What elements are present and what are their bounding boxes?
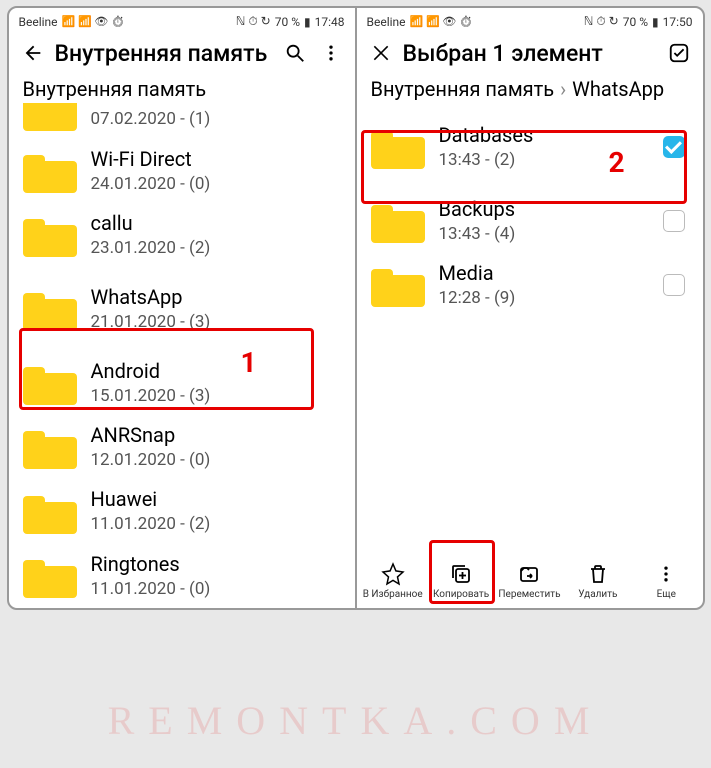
favorite-button[interactable]: В Избранное: [364, 561, 422, 600]
item-name: WhatsApp: [91, 285, 341, 309]
item-sub: 21.01.2020 - (3): [91, 311, 341, 333]
list-item-databases[interactable]: Databases 13:43 - (2): [357, 105, 703, 189]
checkbox[interactable]: [663, 210, 685, 232]
item-sub: 11.01.2020 - (0): [91, 578, 341, 600]
folder-icon: [371, 199, 425, 243]
folder-icon: [23, 287, 77, 331]
list-item[interactable]: Backups 13:43 - (4): [357, 189, 703, 253]
nfc-icon: ℕ ⏱ ↻: [584, 14, 619, 29]
right-pane: Beeline 📶 📶 👁 ⏱ ℕ ⏱ ↻ 70 % ▮ 17:50 Выбра…: [357, 8, 703, 608]
page-title: Выбран 1 элемент: [403, 40, 657, 67]
dots-icon: [653, 561, 679, 587]
action-label: Копировать: [433, 589, 489, 600]
item-name: Media: [439, 261, 649, 285]
item-name: Huawei: [91, 487, 341, 511]
breadcrumb[interactable]: Внутренняя память › WhatsApp: [357, 73, 703, 103]
folder-icon: [23, 149, 77, 193]
action-label: В Избранное: [363, 589, 423, 600]
list-item[interactable]: ANRSnap 12.01.2020 - (0): [9, 415, 355, 479]
checkbox[interactable]: [663, 274, 685, 296]
item-name: Backups: [439, 197, 649, 221]
action-label: Переместить: [498, 589, 560, 600]
clock: 17:50: [663, 15, 693, 29]
more-button[interactable]: Еще: [637, 561, 695, 600]
crumb-root: Внутренняя память: [23, 77, 207, 101]
item-sub: 23.01.2020 - (2): [91, 237, 341, 259]
list-item[interactable]: Ringtones 11.01.2020 - (0): [9, 544, 355, 608]
list-item[interactable]: Wi-Fi Direct 24.01.2020 - (0): [9, 139, 355, 203]
checkbox[interactable]: [663, 136, 685, 158]
move-icon: [516, 561, 542, 587]
list-item[interactable]: Media 12:28 - (9): [357, 253, 703, 317]
item-sub: 15.01.2020 - (3): [91, 385, 341, 407]
item-sub: 24.01.2020 - (0): [91, 173, 341, 195]
list-item[interactable]: callu 23.01.2020 - (2): [9, 203, 355, 267]
carrier-label: Beeline: [19, 15, 58, 29]
chevron-right-icon: ›: [560, 77, 566, 101]
folder-icon: [23, 554, 77, 598]
battery-text: 70 %: [623, 15, 648, 29]
folder-icon: [371, 125, 425, 169]
toolbar: Выбран 1 элемент: [357, 31, 703, 73]
list-item-whatsapp[interactable]: WhatsApp 21.01.2020 - (3): [9, 267, 355, 351]
item-sub: 13:43 - (4): [439, 223, 649, 245]
folder-icon: [23, 103, 77, 131]
folder-icon: [23, 490, 77, 534]
file-list: Databases 13:43 - (2) Backups 13:43 - (4…: [357, 103, 703, 330]
item-sub: 12:28 - (9): [439, 287, 649, 309]
list-item[interactable]: Android 15.01.2020 - (3): [9, 351, 355, 415]
copy-icon: [448, 561, 474, 587]
more-button[interactable]: [317, 39, 345, 67]
star-icon: [380, 561, 406, 587]
signal-icon: 📶 📶 👁 ⏱: [62, 15, 126, 28]
search-button[interactable]: [281, 39, 309, 67]
status-bar: Beeline 📶 📶 👁 ⏱ ℕ ⏱ ↻ 70 % ▮ 17:50: [357, 8, 703, 31]
folder-icon: [23, 425, 77, 469]
item-name: callu: [91, 211, 341, 235]
clock: 17:48: [315, 15, 345, 29]
item-name: Wi-Fi Direct: [91, 147, 341, 171]
copy-button[interactable]: Копировать: [432, 561, 490, 600]
folder-icon: [23, 213, 77, 257]
action-label: Удалить: [578, 589, 617, 600]
folder-icon: [371, 263, 425, 307]
screenshot-frame: Beeline 📶 📶 👁 ⏱ ℕ ⏱ ↻ 70 % ▮ 17:48 Внутр…: [7, 6, 705, 610]
breadcrumb[interactable]: Внутренняя память: [9, 73, 355, 103]
close-button[interactable]: [367, 39, 395, 67]
left-pane: Beeline 📶 📶 👁 ⏱ ℕ ⏱ ↻ 70 % ▮ 17:48 Внутр…: [9, 8, 357, 608]
delete-button[interactable]: Удалить: [569, 561, 627, 600]
signal-icon: 📶 📶 👁 ⏱: [410, 15, 474, 28]
select-all-button[interactable]: [665, 39, 693, 67]
folder-icon: [23, 361, 77, 405]
list-item[interactable]: 07.02.2020 - (1): [9, 105, 355, 139]
battery-text: 70 %: [275, 15, 300, 29]
item-name: ANRSnap: [91, 423, 341, 447]
toolbar: Внутренняя память: [9, 31, 355, 73]
page-title: Внутренняя память: [55, 40, 273, 67]
battery-icon: ▮: [304, 15, 311, 29]
action-bar: В Избранное Копировать Переместить Удали…: [357, 555, 703, 608]
item-sub: 07.02.2020 - (1): [91, 108, 341, 130]
status-bar: Beeline 📶 📶 👁 ⏱ ℕ ⏱ ↻ 70 % ▮ 17:48: [9, 8, 355, 31]
nfc-icon: ℕ ⏱ ↻: [236, 14, 271, 29]
trash-icon: [585, 561, 611, 587]
crumb-current: WhatsApp: [572, 77, 664, 101]
back-button[interactable]: [19, 39, 47, 67]
item-name: Ringtones: [91, 552, 341, 576]
item-sub: 12.01.2020 - (0): [91, 449, 341, 471]
item-sub: 13:43 - (2): [439, 149, 649, 171]
item-name: Android: [91, 359, 341, 383]
item-sub: 11.01.2020 - (2): [91, 513, 341, 535]
file-list: 07.02.2020 - (1) Wi-Fi Direct 24.01.2020…: [9, 103, 355, 608]
action-label: Еще: [657, 589, 676, 600]
item-name: Databases: [439, 123, 649, 147]
move-button[interactable]: Переместить: [500, 561, 558, 600]
battery-icon: ▮: [652, 15, 659, 29]
crumb-root: Внутренняя память: [371, 77, 555, 101]
carrier-label: Beeline: [367, 15, 406, 29]
list-item[interactable]: Huawei 11.01.2020 - (2): [9, 479, 355, 543]
